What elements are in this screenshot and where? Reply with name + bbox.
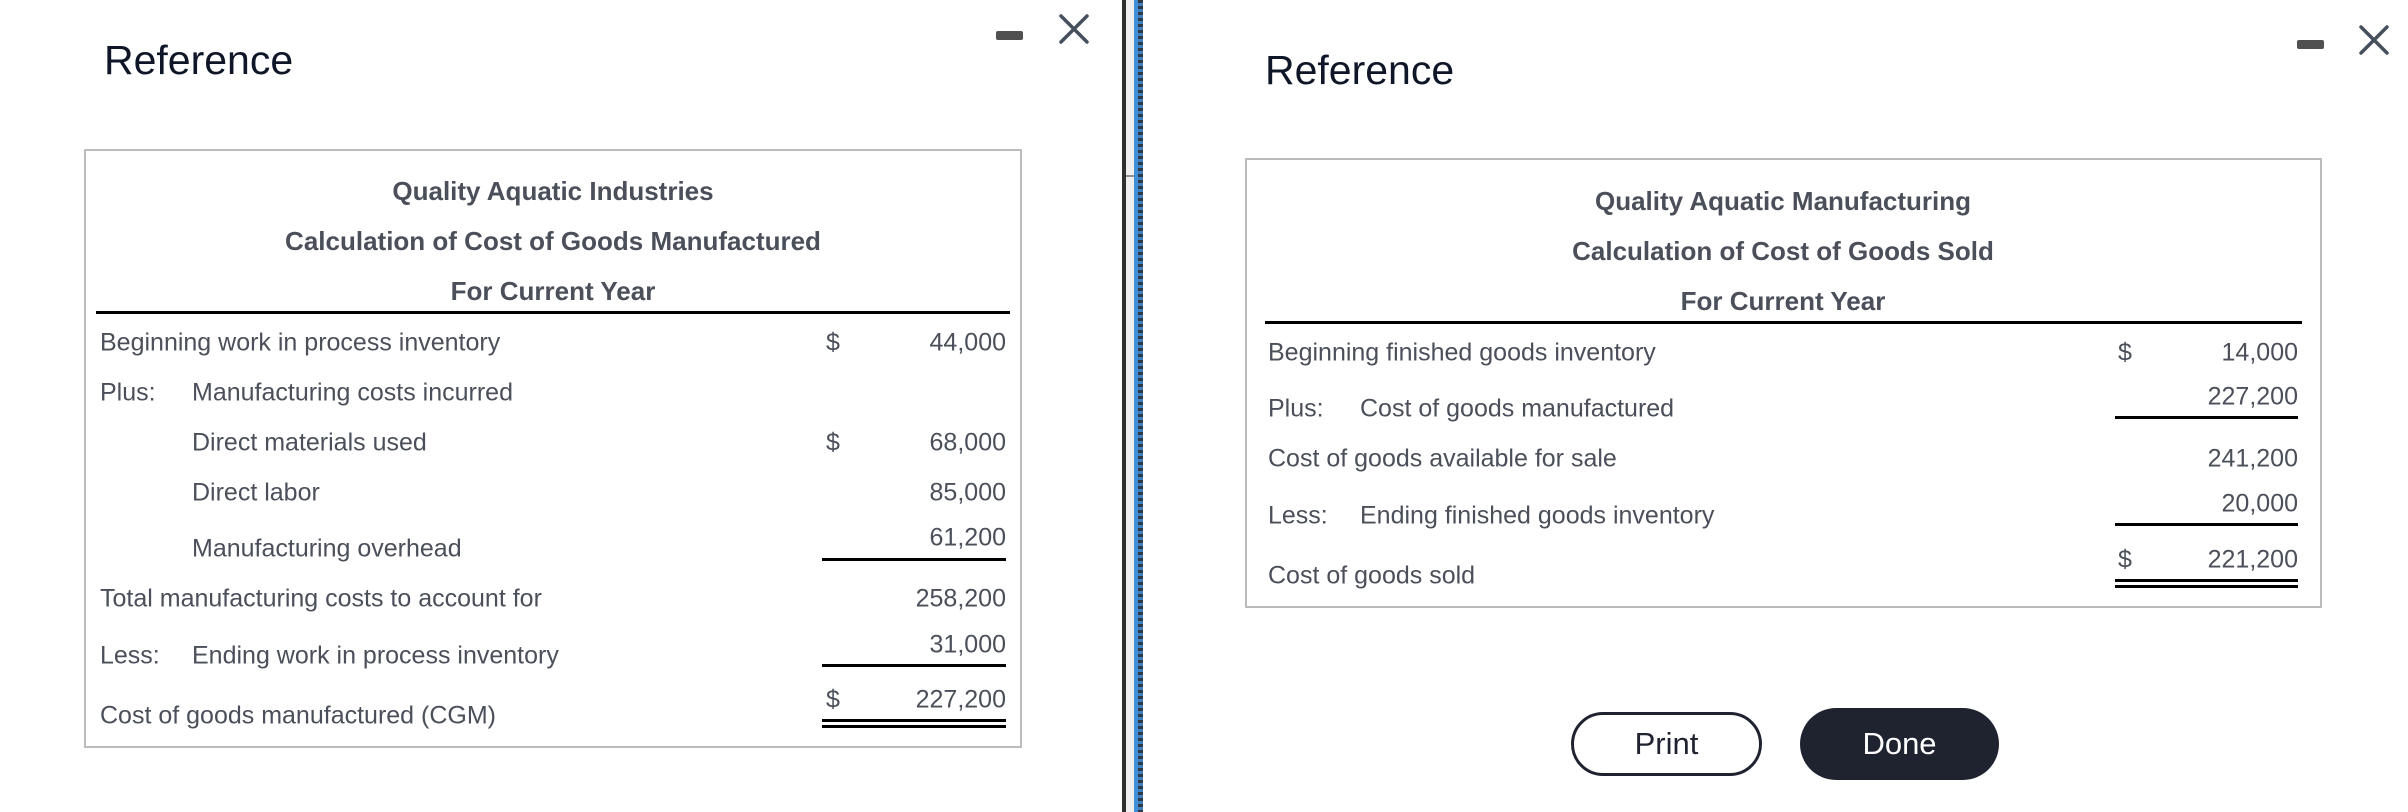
- divider-edge-dashed: [1138, 0, 1143, 812]
- row-value: 85,000: [929, 478, 1006, 507]
- subtotal-underline: [2115, 416, 2298, 419]
- currency-symbol: $: [826, 428, 840, 457]
- row-label: Cost of goods sold: [1268, 561, 1476, 590]
- row-value: 227,200: [915, 685, 1006, 714]
- statement-period: For Current Year: [450, 276, 656, 306]
- total-double-underline-bottom: [2115, 585, 2298, 588]
- row-value: 258,200: [915, 584, 1006, 613]
- row-value: 31,000: [929, 630, 1006, 659]
- row-label: Beginning finished goods inventory: [1268, 338, 1656, 367]
- row-value: 14,000: [2221, 338, 2298, 367]
- subtotal-underline: [822, 664, 1006, 667]
- row-label: Manufacturing costs incurred: [192, 378, 513, 407]
- currency-symbol: $: [826, 328, 840, 357]
- statement-title: Calculation of Cost of Goods Manufacture…: [285, 226, 821, 256]
- row-label: Cost of goods manufactured: [1360, 394, 1675, 423]
- divider-tick: [1126, 175, 1134, 177]
- row-value: 241,200: [2207, 444, 2298, 473]
- statement-company: Quality Aquatic Industries: [392, 176, 714, 206]
- row-prefix: Less:: [1268, 501, 1328, 530]
- divider-gap: [1126, 0, 1134, 812]
- subtotal-underline: [2115, 523, 2298, 526]
- row-value: 221,200: [2207, 545, 2298, 574]
- row-label: Ending work in process inventory: [192, 641, 559, 670]
- row-label: Direct materials used: [192, 428, 427, 457]
- statement-period: For Current Year: [1680, 286, 1886, 316]
- row-value: 61,200: [929, 523, 1006, 552]
- currency-symbol: $: [2118, 545, 2132, 574]
- done-button[interactable]: Done: [1800, 708, 1999, 780]
- left-panel-title: Reference: [104, 37, 294, 83]
- close-icon[interactable]: [1058, 13, 1090, 45]
- row-label: Direct labor: [192, 478, 320, 507]
- header-rule: [1265, 321, 2302, 324]
- row-label: Total manufacturing costs to account for: [100, 584, 542, 613]
- row-label: Cost of goods available for sale: [1268, 444, 1617, 473]
- minimize-icon[interactable]: [2297, 40, 2324, 49]
- currency-symbol: $: [826, 685, 840, 714]
- row-value: 20,000: [2221, 489, 2298, 518]
- row-label: Cost of goods manufactured (CGM): [100, 701, 496, 730]
- row-label: Manufacturing overhead: [192, 534, 462, 563]
- statement-company: Quality Aquatic Manufacturing: [1594, 186, 1972, 216]
- total-double-underline-top: [2115, 579, 2298, 582]
- right-panel-title: Reference: [1265, 47, 1455, 93]
- row-value: 227,200: [2207, 382, 2298, 411]
- header-rule: [96, 311, 1010, 314]
- row-prefix: Plus:: [1268, 394, 1324, 423]
- row-label: Ending finished goods inventory: [1360, 501, 1715, 530]
- subtotal-underline: [822, 558, 1006, 561]
- cogs-statement-box: [1245, 158, 2322, 608]
- print-button[interactable]: Print: [1571, 712, 1762, 776]
- row-label: Beginning work in process inventory: [100, 328, 501, 357]
- total-double-underline-bottom: [822, 725, 1006, 728]
- statement-title: Calculation of Cost of Goods Sold: [1572, 236, 1994, 266]
- row-value: 44,000: [929, 328, 1006, 357]
- total-double-underline-top: [822, 719, 1006, 722]
- row-value: 68,000: [929, 428, 1006, 457]
- row-prefix: Plus:: [100, 378, 156, 407]
- minimize-icon[interactable]: [996, 31, 1023, 40]
- row-prefix: Less:: [100, 641, 160, 670]
- currency-symbol: $: [2118, 338, 2132, 367]
- close-icon[interactable]: [2358, 24, 2390, 56]
